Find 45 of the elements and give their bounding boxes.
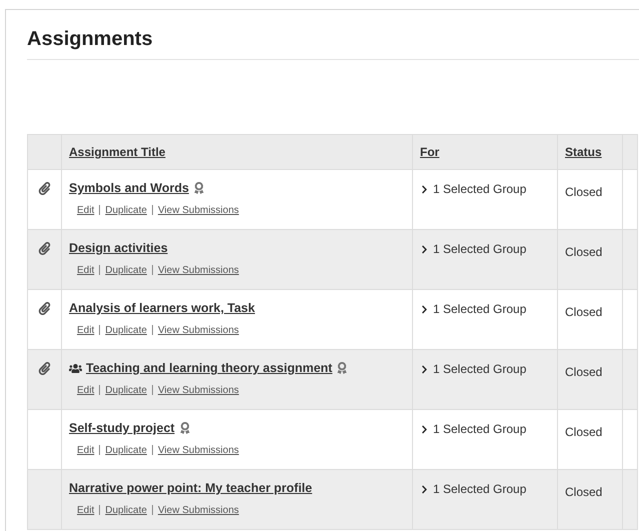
action-link[interactable]: Edit <box>77 502 94 518</box>
chevron-right-icon[interactable] <box>420 424 429 434</box>
assignment-link[interactable]: Narrative power point: My teacher profile <box>69 479 312 498</box>
action-link[interactable]: View Submissions <box>158 502 239 518</box>
page-title: Assignments <box>27 27 153 52</box>
assignment-link[interactable]: Analysis of learners work, Task <box>69 299 255 318</box>
action-link[interactable]: Edit <box>77 202 94 218</box>
chevron-right-icon[interactable] <box>420 484 429 494</box>
group-count: 1 Selected Group <box>433 361 526 378</box>
action-link[interactable]: View Submissions <box>158 382 239 398</box>
column-header[interactable]: For <box>420 145 440 159</box>
assignment-link[interactable]: Design activities <box>69 239 168 258</box>
action-link[interactable]: Edit <box>77 322 94 338</box>
action-link[interactable]: View Submissions <box>158 442 239 458</box>
status-text: Closed <box>565 245 602 259</box>
assignment-link[interactable]: Symbols and Words <box>69 179 189 198</box>
action-link[interactable]: Duplicate <box>105 382 147 398</box>
chevron-right-icon[interactable] <box>420 304 429 314</box>
group-count: 1 Selected Group <box>433 481 526 498</box>
status-text: Closed <box>565 185 602 199</box>
action-link[interactable]: View Submissions <box>158 262 239 278</box>
column-header[interactable]: Assignment Title <box>69 145 166 159</box>
group-count: 1 Selected Group <box>433 301 526 318</box>
group-count: 1 Selected Group <box>433 241 526 258</box>
action-link[interactable]: Edit <box>77 442 94 458</box>
group-count: 1 Selected Group <box>433 421 526 438</box>
group-count: 1 Selected Group <box>433 181 526 198</box>
chevron-right-icon[interactable] <box>420 364 429 374</box>
chevron-right-icon[interactable] <box>420 244 429 254</box>
action-link[interactable]: Duplicate <box>105 442 147 458</box>
assignment-link[interactable]: Self-study project <box>69 419 175 438</box>
action-link[interactable]: View Submissions <box>158 322 239 338</box>
action-link[interactable]: View Submissions <box>158 202 239 218</box>
chevron-right-icon[interactable] <box>420 184 429 194</box>
status-text: Closed <box>565 425 602 439</box>
action-link[interactable]: Edit <box>77 262 94 278</box>
status-text: Closed <box>565 365 602 379</box>
action-link[interactable]: Duplicate <box>105 322 147 338</box>
action-link[interactable]: Duplicate <box>105 202 147 218</box>
status-text: Closed <box>565 305 602 319</box>
assignment-link[interactable]: Teaching and learning theory assignment <box>86 359 332 378</box>
action-link[interactable]: Edit <box>77 382 94 398</box>
action-link[interactable]: Duplicate <box>105 262 147 278</box>
status-text: Closed <box>565 485 602 499</box>
action-link[interactable]: Duplicate <box>105 502 147 518</box>
